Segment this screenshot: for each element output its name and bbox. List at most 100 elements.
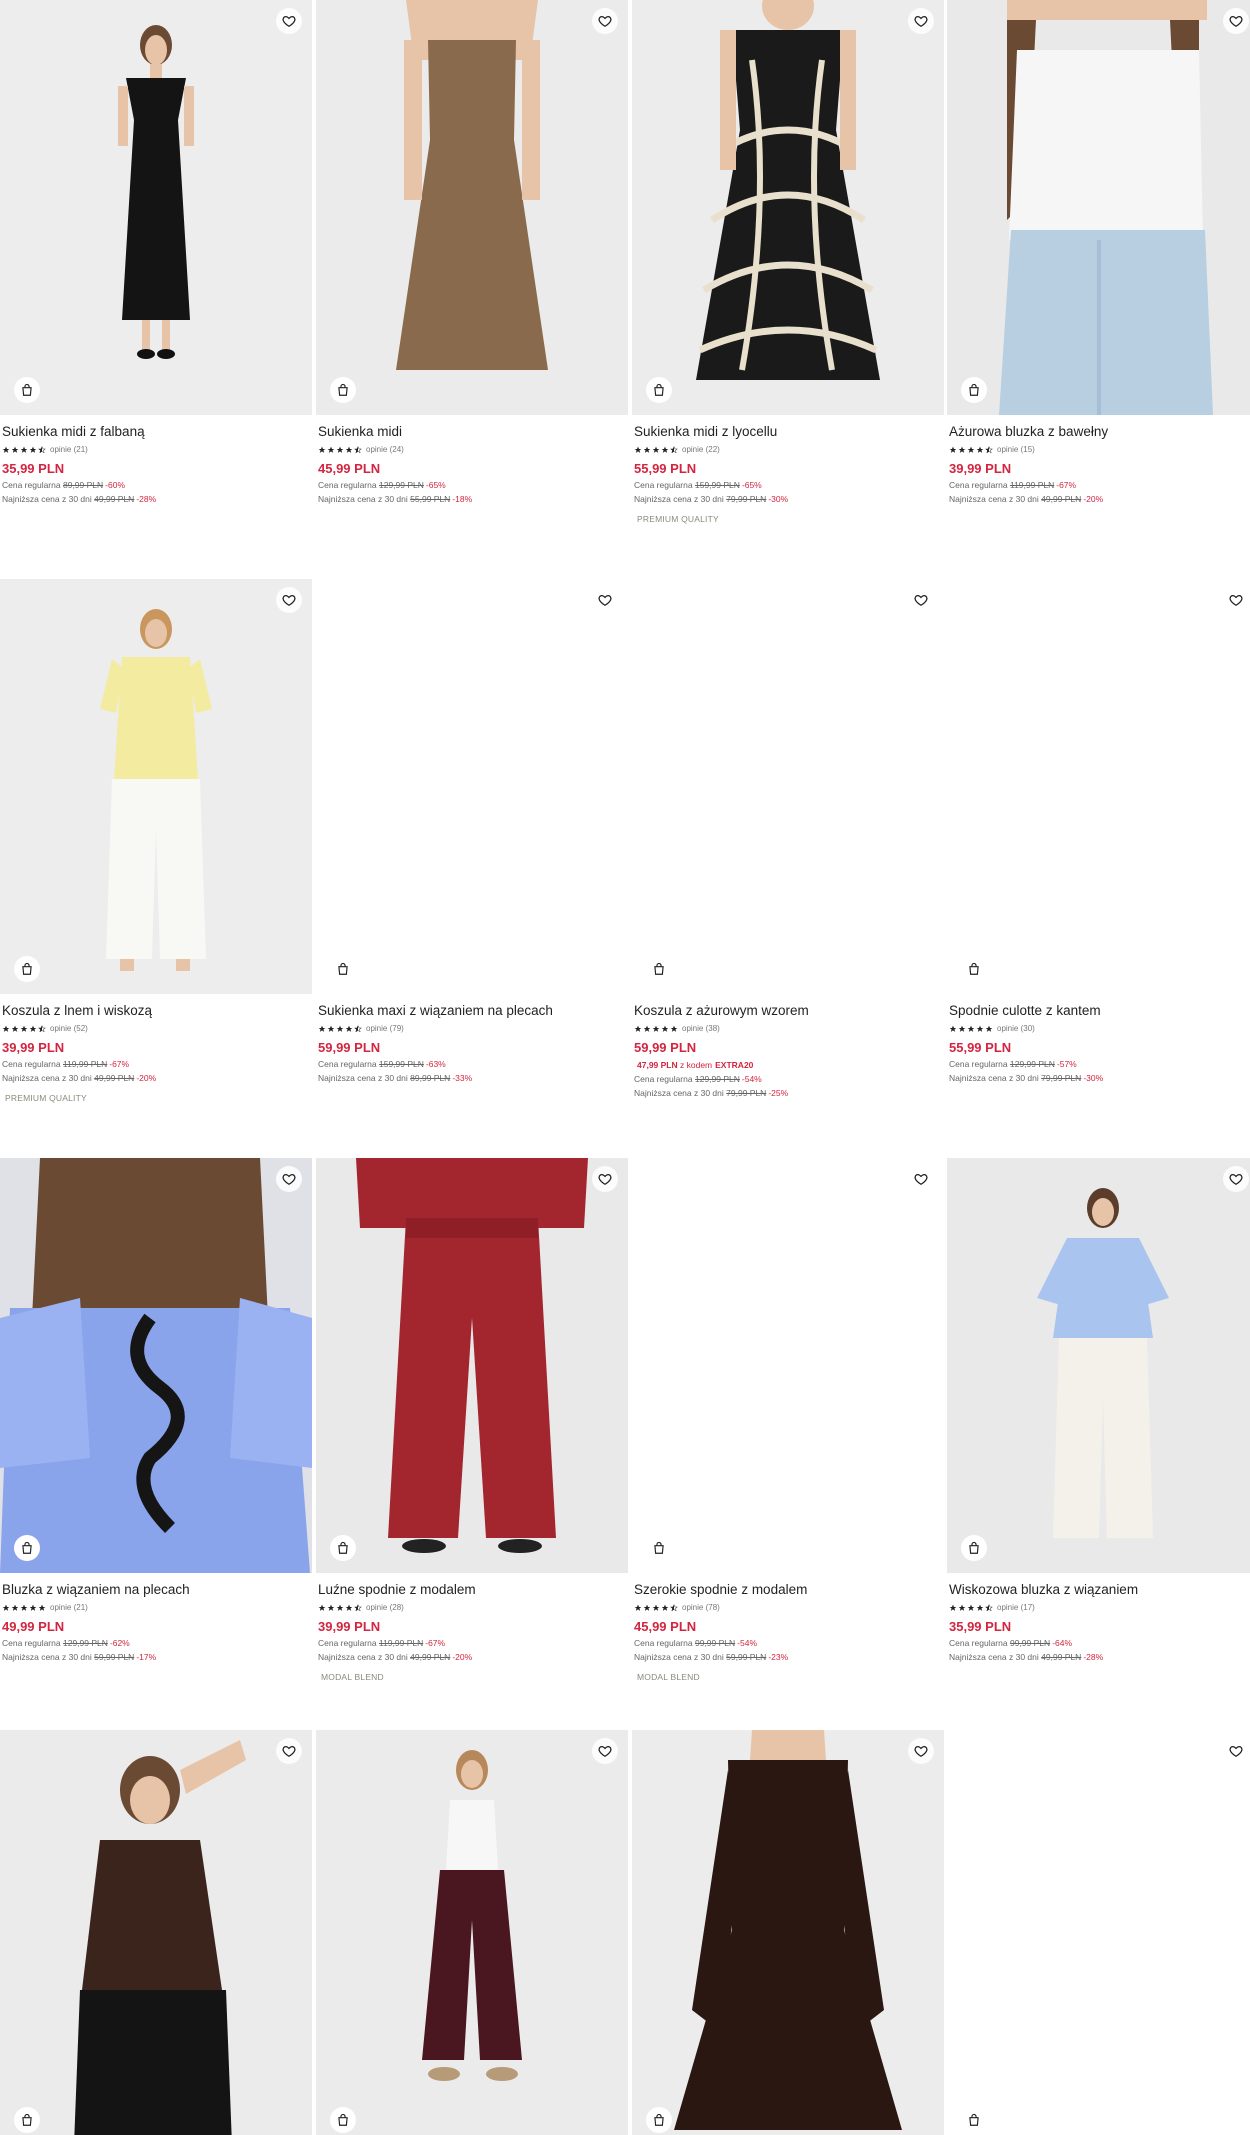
shopping-bag-icon[interactable] <box>646 956 672 982</box>
shopping-bag-icon[interactable] <box>330 1535 356 1561</box>
product-card[interactable]: Koszula z lnem i wiskozą opinie (52) 39,99… <box>0 579 312 1103</box>
product-name[interactable]: Ażurowa bluzka z bawełny <box>949 423 1250 440</box>
heart-icon[interactable] <box>592 8 618 34</box>
product-name[interactable]: Koszula z ażurowym wzorem <box>634 1002 942 1019</box>
review-count[interactable]: opinie (30) <box>997 1024 1035 1033</box>
heart-icon[interactable] <box>276 1166 302 1192</box>
heart-icon[interactable] <box>276 1738 302 1764</box>
shopping-bag-icon[interactable] <box>646 377 672 403</box>
regular-price-label: Cena regularna <box>949 480 1008 490</box>
product-card[interactable]: Sukienka maxi z wiązaniem na plecach opin… <box>316 579 628 1084</box>
product-image[interactable] <box>947 0 1250 415</box>
heart-icon[interactable] <box>908 587 934 613</box>
product-name[interactable]: Sukienka midi z lyocellu <box>634 423 942 440</box>
review-count[interactable]: opinie (79) <box>366 1024 404 1033</box>
product-image[interactable] <box>632 579 944 994</box>
product-image[interactable] <box>316 1158 628 1573</box>
review-count[interactable]: opinie (28) <box>366 1603 404 1612</box>
heart-icon[interactable] <box>276 8 302 34</box>
product-rating: opinie (79) <box>318 1023 626 1034</box>
star-icon <box>11 1599 19 1617</box>
product-card[interactable]: Spodnie culotte z kantem opinie (30) 55,99… <box>947 579 1250 1084</box>
review-count[interactable]: opinie (17) <box>997 1603 1035 1612</box>
review-count[interactable]: opinie (21) <box>50 1603 88 1612</box>
shopping-bag-icon[interactable] <box>14 377 40 403</box>
heart-icon[interactable] <box>908 1166 934 1192</box>
shopping-bag-icon[interactable] <box>330 2107 356 2133</box>
heart-icon[interactable] <box>1223 1738 1249 1764</box>
star-icon <box>318 1020 326 1038</box>
product-image[interactable] <box>947 579 1250 994</box>
product-card[interactable] <box>632 1730 944 2135</box>
product-image[interactable] <box>0 0 312 415</box>
review-count[interactable]: opinie (22) <box>682 445 720 454</box>
product-card[interactable]: Sukienka midi z lyocellu opinie (22) 55,99… <box>632 0 944 524</box>
product-card[interactable] <box>947 1730 1250 2135</box>
review-count[interactable]: opinie (15) <box>997 445 1035 454</box>
product-name[interactable]: Bluzka z wiązaniem na plecach <box>2 1581 310 1598</box>
lowest-price-label: Najniższa cena z 30 dni <box>634 1652 724 1662</box>
lowest-discount: -28% <box>136 494 157 504</box>
heart-icon[interactable] <box>1223 1166 1249 1192</box>
promo-label: z kodem <box>680 1060 713 1070</box>
product-image[interactable] <box>316 0 628 415</box>
product-card[interactable] <box>316 1730 628 2135</box>
product-image[interactable] <box>0 1158 312 1573</box>
product-card[interactable] <box>0 1730 312 2135</box>
shopping-bag-icon[interactable] <box>330 377 356 403</box>
product-card[interactable]: Bluzka z wiązaniem na plecach opinie (21)… <box>0 1158 312 1663</box>
heart-icon[interactable] <box>1223 587 1249 613</box>
product-card[interactable]: Szerokie spodnie z modalem opinie (78) 45,… <box>632 1158 944 1682</box>
shopping-bag-icon[interactable] <box>14 2107 40 2133</box>
current-price: 55,99 PLN <box>634 461 697 476</box>
product-image[interactable] <box>947 1730 1250 2135</box>
shopping-bag-icon[interactable] <box>961 377 987 403</box>
product-card[interactable]: Luźne spodnie z modalem opinie (28) 39,99 … <box>316 1158 628 1682</box>
product-card[interactable]: Ażurowa bluzka z bawełny opinie (15) 39,99… <box>947 0 1250 505</box>
product-name[interactable]: Spodnie culotte z kantem <box>949 1002 1250 1019</box>
shopping-bag-icon[interactable] <box>961 1535 987 1561</box>
star-icon <box>29 1020 37 1038</box>
shopping-bag-icon[interactable] <box>14 1535 40 1561</box>
review-count[interactable]: opinie (24) <box>366 445 404 454</box>
heart-icon[interactable] <box>1223 8 1249 34</box>
product-image[interactable] <box>947 1158 1250 1573</box>
product-card[interactable]: Sukienka midi opinie (24) 45,99 PLN Cena re… <box>316 0 628 505</box>
shopping-bag-icon[interactable] <box>646 2107 672 2133</box>
product-image[interactable] <box>316 1730 628 2135</box>
review-count[interactable]: opinie (52) <box>50 1024 88 1033</box>
shopping-bag-icon[interactable] <box>961 2107 987 2133</box>
heart-icon[interactable] <box>592 587 618 613</box>
product-name[interactable]: Szerokie spodnie z modalem <box>634 1581 942 1598</box>
review-count[interactable]: opinie (78) <box>682 1603 720 1612</box>
product-name[interactable]: Sukienka midi z falbaną <box>2 423 310 440</box>
heart-icon[interactable] <box>592 1738 618 1764</box>
product-name[interactable]: Luźne spodnie z modalem <box>318 1581 626 1598</box>
heart-icon[interactable] <box>908 8 934 34</box>
product-name[interactable]: Sukienka midi <box>318 423 626 440</box>
heart-icon[interactable] <box>592 1166 618 1192</box>
heart-icon[interactable] <box>908 1738 934 1764</box>
product-image[interactable] <box>632 0 944 415</box>
lowest-price: 59,99 PLN <box>726 1652 767 1662</box>
heart-icon[interactable] <box>276 587 302 613</box>
lowest-price-line: Najniższa cena z 30 dni 79,99 PLN -25% <box>634 1088 942 1099</box>
product-name[interactable]: Koszula z lnem i wiskozą <box>2 1002 310 1019</box>
shopping-bag-icon[interactable] <box>14 956 40 982</box>
product-image[interactable] <box>632 1158 944 1573</box>
product-image[interactable] <box>0 579 312 994</box>
product-card[interactable]: Koszula z ażurowym wzorem opinie (38) 59,9… <box>632 579 944 1099</box>
product-image[interactable] <box>632 1730 944 2135</box>
review-count[interactable]: opinie (38) <box>682 1024 720 1033</box>
shopping-bag-icon[interactable] <box>646 1535 672 1561</box>
product-name[interactable]: Sukienka maxi z wiązaniem na plecach <box>318 1002 626 1019</box>
product-card[interactable]: Wiskozowa bluzka z wiązaniem opinie (17) 3… <box>947 1158 1250 1663</box>
review-count[interactable]: opinie (21) <box>50 445 88 454</box>
product-name[interactable]: Wiskozowa bluzka z wiązaniem <box>949 1581 1250 1598</box>
shopping-bag-icon[interactable] <box>961 956 987 982</box>
product-card[interactable]: Sukienka midi z falbaną opinie (21) 35,99 … <box>0 0 312 505</box>
product-rating: opinie (15) <box>949 444 1250 455</box>
product-image[interactable] <box>0 1730 312 2135</box>
product-image[interactable] <box>316 579 628 994</box>
shopping-bag-icon[interactable] <box>330 956 356 982</box>
